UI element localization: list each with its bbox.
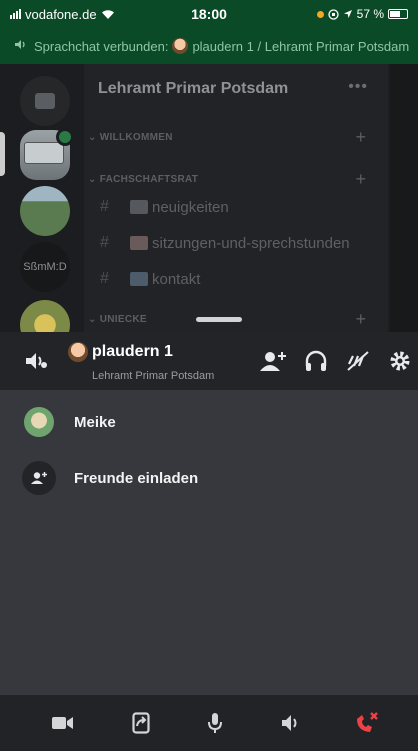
app-background: SßmM:D Lehramt Primar Potsdam ••• ⌄ WILL… [0,64,418,332]
selected-server-indicator [0,132,5,176]
location-icon [343,10,352,18]
category-fachschaftsrat[interactable]: ⌄ FACHSCHAFTSRAT [88,174,198,185]
locked-channel-icon: # [100,270,109,287]
locked-channel-icon: # [100,234,109,251]
headphones-icon[interactable] [302,347,330,375]
channel-emoji-icon [172,38,189,54]
voice-channel-name: plaudern 1 [92,343,173,360]
add-person-icon [31,472,47,484]
voice-connected-banner[interactable]: Sprachchat verbunden: plaudern 1 / Lehra… [0,28,418,64]
wifi-icon [101,9,114,19]
voice-channel-server: Lehramt Primar Potsdam [92,370,215,382]
chat-bubble-icon [35,93,55,109]
gear-icon[interactable] [386,347,414,375]
channel-neuigkeiten[interactable]: # neuigkeiten [100,198,229,216]
status-bar: vodafone.de 18:00 57 % [0,0,418,28]
microphone-icon[interactable] [200,708,230,738]
avatar [22,405,56,439]
voice-banner-text: Sprachchat verbunden: [34,38,169,54]
server-icon-landscape[interactable] [20,186,70,236]
carrier-name: vodafone.de [25,6,97,22]
add-channel-icon[interactable]: + [355,127,366,148]
sheet-drag-handle[interactable] [196,317,242,322]
clock: 18:00 [191,6,227,22]
voice-member-meike[interactable]: Meike [22,402,402,442]
voice-channel-title: plaudern 1 [68,342,173,362]
server-name[interactable]: Lehramt Primar Potsdam [98,80,288,98]
channel-emoji-icon [68,342,88,362]
speaker-icon [14,39,26,53]
orientation-lock-icon [327,8,339,20]
screen-share-icon[interactable] [126,708,156,738]
speaker-icon[interactable] [276,708,306,738]
server-list: SßmM:D [0,64,80,332]
chat-preview-edge [390,64,418,332]
camera-icon[interactable] [48,708,78,738]
server-icon-lemon[interactable] [20,300,70,332]
voice-active-badge [56,128,74,146]
category-uniecke[interactable]: ⌄ UNIECKE [88,314,147,325]
locked-channel-icon: # [100,198,109,215]
hang-up-icon[interactable] [352,708,382,738]
calendar-icon [130,236,148,250]
status-indicators: 57 % [258,7,408,21]
mute-mic-icon[interactable] [344,347,372,375]
channel-sitzungen[interactable]: # sitzungen-und-sprechstunden [100,234,350,252]
invite-friends-button[interactable]: Freunde einladen [22,458,402,498]
category-willkommen[interactable]: ⌄ WILLKOMMEN [88,132,173,143]
add-channel-icon[interactable]: + [355,309,366,330]
battery-percentage: 57 % [356,7,384,21]
channel-kontakt[interactable]: # kontakt [100,270,200,288]
speaker-icon[interactable] [22,347,50,375]
invite-icon-circle [22,461,56,495]
mail-icon [130,272,148,286]
member-name: Meike [74,413,116,431]
battery-icon [388,9,408,19]
add-channel-icon[interactable]: + [355,169,366,190]
invite-label: Freunde einladen [74,469,199,487]
newspaper-icon [130,200,148,214]
server-icon-text[interactable]: SßmM:D [20,242,70,292]
more-options-icon[interactable]: ••• [348,78,368,96]
carrier-info: vodafone.de [10,7,160,22]
signal-icon [10,9,21,19]
direct-messages-button[interactable] [20,76,70,126]
add-person-icon[interactable] [258,347,288,375]
voice-banner-channel: plaudern 1 / Lehramt Primar Potsdam [192,38,410,54]
channel-panel: Lehramt Primar Potsdam ••• ⌄ WILLKOMMEN … [84,64,388,332]
mic-in-use-indicator [316,10,324,18]
